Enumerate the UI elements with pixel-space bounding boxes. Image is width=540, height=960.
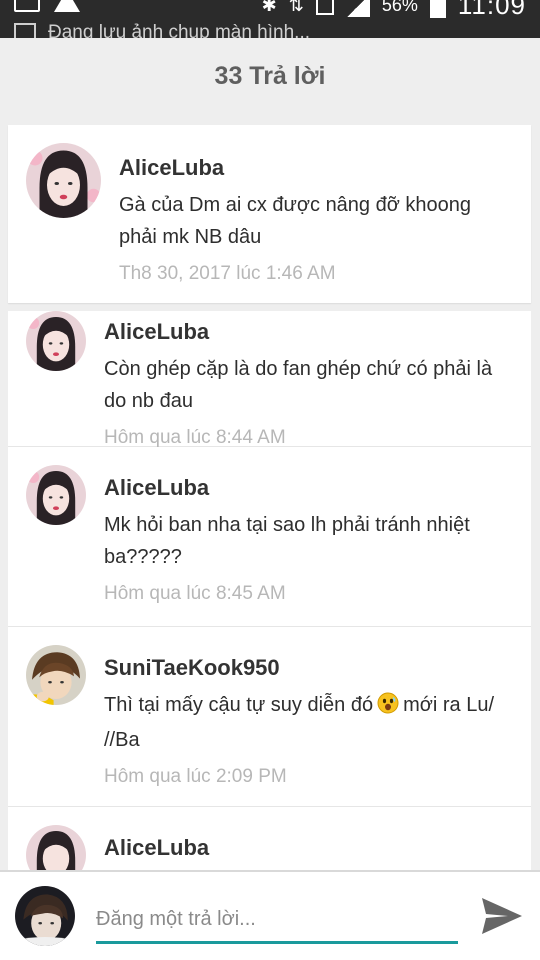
- status-bar: Đang lưu ảnh chụp màn hình... ✱ ⇅ 56% 11…: [0, 0, 540, 38]
- username[interactable]: AliceLuba: [104, 833, 519, 863]
- battery-percent: 56%: [381, 0, 418, 15]
- reply-timestamp: Hôm qua lúc 2:09 PM: [104, 766, 287, 787]
- sim-icon: [315, 0, 334, 15]
- reply-text: Còn ghép cặp là do fan ghép chứ có phải …: [104, 358, 493, 412]
- warning-icon: [54, 0, 80, 12]
- reply-timestamp: Hôm qua lúc 8:44 AM: [104, 427, 286, 448]
- list-item[interactable]: SuniTaeKook950 Thì tại mấy cậu tự suy di…: [8, 627, 531, 807]
- reply-text: Gà của Dm ai cx được nâng đỡ khoong phải…: [119, 194, 472, 248]
- reply-timestamp: Th8 30, 2017 lúc 1:46 AM: [119, 263, 336, 284]
- reply-timestamp: Hôm qua lúc 8:45 AM: [104, 583, 286, 604]
- list-item[interactable]: AliceLuba Mk hỏi ban nha tại sao lh phải…: [8, 447, 531, 627]
- username[interactable]: SuniTaeKook950: [104, 653, 519, 683]
- avatar[interactable]: [26, 465, 86, 525]
- username[interactable]: AliceLuba: [119, 153, 509, 183]
- list-item[interactable]: AliceLuba Còn ghép cặp là do fan ghép ch…: [8, 311, 531, 448]
- image-icon: [14, 0, 40, 12]
- notification-text: Đang lưu ảnh chụp màn hình...: [14, 22, 310, 38]
- clock: 11:09: [457, 0, 526, 20]
- avatar[interactable]: [26, 825, 86, 871]
- status-left-icons: [14, 0, 80, 12]
- send-button[interactable]: [478, 894, 526, 938]
- reply-text-part: Thì tại mấy cậu tự suy diễn đó: [104, 694, 374, 716]
- username[interactable]: AliceLuba: [104, 317, 519, 347]
- signal-icon: [345, 0, 370, 17]
- list-item[interactable]: AliceLuba: [8, 807, 531, 871]
- page-header: 33 Trả lời: [0, 38, 540, 114]
- battery-icon: [429, 0, 446, 18]
- page-title: 33 Trả lời: [214, 61, 326, 90]
- bluetooth-icon: ✱: [261, 0, 277, 15]
- reply-composer: [0, 870, 540, 960]
- avatar[interactable]: [26, 311, 86, 371]
- status-right-icons: ✱ ⇅ 56% 11:09: [262, 0, 526, 21]
- reply-input[interactable]: [96, 898, 458, 944]
- username[interactable]: AliceLuba: [104, 473, 519, 503]
- avatar[interactable]: [15, 886, 75, 946]
- send-icon: [482, 898, 522, 934]
- avatar[interactable]: [26, 645, 86, 705]
- surprised-face-emoji-icon: [377, 692, 399, 724]
- screenshot-icon: [14, 23, 36, 38]
- reply-text: Thì tại mấy cậu tự suy diễn đó mới ra Lu/…: [104, 689, 519, 756]
- data-icon: ⇅: [288, 0, 304, 15]
- replies-list[interactable]: AliceLuba Còn ghép cặp là do fan ghép ch…: [8, 311, 531, 871]
- original-reply-card[interactable]: AliceLuba Gà của Dm ai cx được nâng đỡ k…: [8, 125, 531, 303]
- reply-text: Mk hỏi ban nha tại sao lh phải tránh nhi…: [104, 514, 470, 568]
- avatar[interactable]: [26, 143, 101, 218]
- notification-label: Đang lưu ảnh chụp màn hình...: [48, 22, 311, 38]
